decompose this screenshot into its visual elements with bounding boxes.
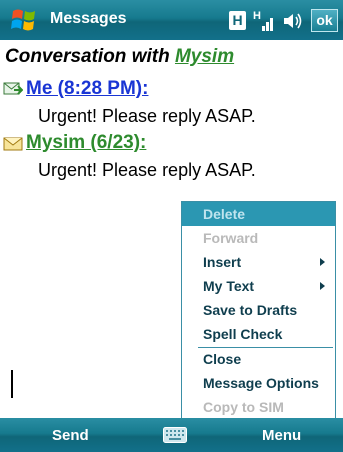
data-connection-icon[interactable]: H — [229, 11, 246, 30]
send-softkey[interactable]: Send — [52, 427, 89, 444]
menu-item-label: Message Options — [203, 375, 319, 391]
message-sender[interactable]: Me (8:28 PM): — [26, 78, 148, 100]
volume-icon[interactable] — [282, 11, 304, 31]
softkey-bar: Send Menu — [0, 418, 343, 452]
ok-button[interactable]: ok — [311, 9, 338, 32]
window-title: Messages — [50, 10, 127, 27]
menu-item-close[interactable]: Close — [182, 347, 335, 371]
menu-item-spell-check[interactable]: Spell Check — [182, 322, 335, 346]
menu-item-my-text[interactable]: My Text — [182, 274, 335, 298]
submenu-arrow-icon — [320, 258, 325, 266]
menu-item-label: Forward — [203, 230, 259, 246]
menu-item-save-to-drafts[interactable]: Save to Drafts — [182, 298, 335, 322]
text-caret — [11, 370, 13, 398]
menu-item-label: Spell Check — [203, 326, 283, 342]
menu-item-copy-to-sim: Copy to SIM — [182, 395, 335, 419]
received-message-icon — [3, 137, 23, 151]
menu-item-label: Save to Drafts — [203, 302, 298, 318]
compose-input[interactable] — [0, 366, 190, 406]
conversation-prefix: Conversation with — [5, 46, 175, 67]
menu-item-message-options[interactable]: Message Options — [182, 371, 335, 395]
message-sender[interactable]: Mysim (6/23): — [26, 132, 146, 154]
message-text: Urgent! Please reply ASAP. — [38, 106, 256, 126]
contact-link[interactable]: Mysim — [175, 46, 234, 67]
menu-item-delete[interactable]: Delete — [182, 202, 335, 226]
keyboard-icon[interactable] — [163, 427, 187, 443]
menu-item-forward: Forward — [182, 226, 335, 250]
menu-item-label: Copy to SIM — [203, 399, 284, 415]
sent-message-icon — [3, 82, 23, 95]
menu-item-label: Close — [203, 351, 242, 367]
start-flag-icon[interactable] — [10, 7, 38, 33]
message-text: Urgent! Please reply ASAP. — [38, 160, 256, 180]
title-bar: Messages H H ok — [0, 0, 343, 40]
menu-softkey[interactable]: Menu — [262, 427, 301, 444]
signal-h-text: H — [253, 10, 261, 22]
menu-item-insert[interactable]: Insert — [182, 250, 335, 274]
message-header[interactable]: Mysim (6/23): — [3, 132, 146, 154]
message-header[interactable]: Me (8:28 PM): — [3, 78, 148, 100]
menu-item-label: Insert — [203, 254, 242, 270]
conversation-title: Conversation with Mysim — [5, 46, 234, 68]
menu-item-label: My Text — [203, 278, 255, 294]
menu-item-label: Delete — [203, 206, 246, 222]
submenu-arrow-icon — [320, 282, 325, 290]
signal-strength-icon[interactable]: H — [253, 8, 275, 34]
context-menu: Delete Forward Insert My Text Save to Dr… — [181, 201, 336, 419]
